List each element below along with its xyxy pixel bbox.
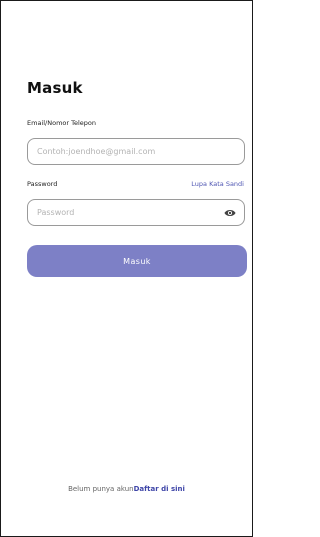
email-field-container [27,138,245,165]
password-label: Password [27,180,58,188]
forgot-password-link[interactable]: Lupa Kata Sandi [191,180,244,188]
password-field-container [27,199,245,226]
eye-icon[interactable] [224,208,236,218]
email-field[interactable] [37,139,217,164]
login-screen: Masuk Email/Nomor Telepon Password Lupa … [0,0,253,537]
login-button[interactable]: Masuk [27,245,247,277]
email-label: Email/Nomor Telepon [27,119,97,127]
password-field[interactable] [37,200,217,225]
register-prompt: Belum punya akunDaftar di sini [1,485,252,493]
page-title: Masuk [27,79,83,97]
register-prompt-text: Belum punya akun [68,485,134,493]
register-link[interactable]: Daftar di sini [134,485,185,493]
